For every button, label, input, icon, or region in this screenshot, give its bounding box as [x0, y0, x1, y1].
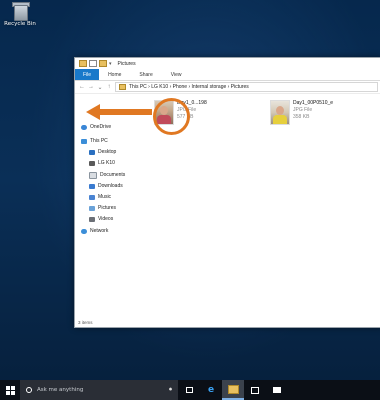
nav-item-documents[interactable]: Documents — [89, 170, 125, 181]
computer-icon — [81, 138, 87, 144]
nav-label: Music — [98, 194, 112, 201]
music-icon — [89, 194, 95, 200]
nav-item-network[interactable]: Network — [81, 226, 108, 237]
search-placeholder: Ask me anything — [37, 387, 84, 393]
nav-item-downloads[interactable]: Downloads — [89, 181, 123, 192]
title-bar: ▾ Pictures — [75, 58, 380, 69]
nav-item-onedrive[interactable]: OneDrive — [81, 122, 111, 133]
microphone-icon[interactable]: ⏺ — [169, 386, 172, 394]
tab-share[interactable]: Share — [130, 69, 161, 80]
highlight-circle-annotation — [153, 98, 190, 135]
edge-button[interactable]: e — [200, 380, 222, 400]
document-icon — [89, 171, 97, 179]
store-button[interactable] — [244, 380, 266, 400]
explorer-content: OneDrive This PC Desktop LG K10 Document… — [75, 92, 380, 317]
nav-label: Downloads — [98, 183, 123, 190]
cloud-icon — [81, 124, 87, 130]
recycle-bin-label: Recycle Bin — [4, 21, 36, 27]
task-view-button[interactable] — [178, 380, 200, 400]
file-type: JPG File — [293, 107, 313, 113]
forward-arrow-icon[interactable]: → — [88, 84, 94, 90]
nav-item-lg-k10[interactable]: LG K10 — [89, 158, 115, 169]
address-bar[interactable]: This PC › LG K10 › Phone › Internal stor… — [115, 82, 378, 92]
folder-icon — [227, 384, 239, 394]
search-box[interactable]: Ask me anything ⏺ — [20, 380, 178, 400]
file-explorer-taskbar-button[interactable] — [222, 380, 244, 400]
tab-file[interactable]: File — [75, 69, 100, 80]
properties-icon[interactable] — [89, 60, 97, 67]
mail-button[interactable] — [266, 380, 288, 400]
cortana-icon — [26, 387, 32, 393]
left-arrow-annotation — [86, 104, 152, 120]
recent-dropdown-icon[interactable]: ⌄ — [97, 84, 103, 91]
nav-label: Network — [90, 228, 109, 235]
edge-icon: e — [207, 385, 215, 395]
folder-icon — [79, 60, 87, 67]
nav-item-music[interactable]: Music — [89, 192, 111, 203]
file-explorer-window: ▾ Pictures File Home Share View ← → ⌄ ↑ … — [74, 57, 380, 328]
photo-thumbnail — [270, 100, 290, 125]
new-folder-icon[interactable] — [99, 60, 107, 67]
nav-label: Documents — [100, 172, 126, 179]
file-item[interactable]: Day1_00P0510_e JPG File 358 KB — [270, 100, 333, 125]
nav-item-this-pc[interactable]: This PC — [81, 136, 108, 147]
nav-label: Desktop — [98, 149, 117, 156]
video-icon — [89, 216, 95, 222]
status-bar: 3 items — [78, 320, 93, 325]
mail-icon — [273, 387, 281, 393]
pictures-icon — [89, 205, 95, 211]
store-bag-icon — [251, 386, 259, 394]
file-name: Day1_00P0510_e — [293, 100, 334, 106]
nav-label: OneDrive — [90, 124, 112, 131]
nav-item-desktop[interactable]: Desktop — [89, 147, 116, 158]
task-view-icon — [185, 387, 193, 393]
quick-access-dropdown-icon[interactable]: ▾ — [109, 61, 112, 67]
tab-view[interactable]: View — [162, 69, 191, 80]
desktop-icon — [89, 149, 95, 155]
phone-drive-icon — [89, 160, 95, 166]
folder-icon — [119, 84, 126, 90]
network-icon — [81, 228, 87, 234]
nav-label: Pictures — [98, 205, 117, 212]
start-button[interactable] — [0, 380, 20, 400]
navigation-pane: OneDrive This PC Desktop LG K10 Document… — [75, 92, 148, 317]
nav-label: This PC — [90, 138, 108, 145]
recycle-bin-desktop-icon[interactable]: Recycle Bin — [3, 2, 37, 27]
nav-item-pictures[interactable]: Pictures — [89, 203, 116, 214]
window-title: Pictures — [117, 60, 136, 67]
nav-item-videos[interactable]: Videos — [89, 214, 113, 225]
up-arrow-icon[interactable]: ↑ — [106, 84, 112, 90]
back-arrow-icon[interactable]: ← — [79, 84, 85, 90]
address-path: This PC › LG K10 › Phone › Internal stor… — [129, 84, 249, 90]
taskbar: Ask me anything ⏺ e — [0, 380, 380, 400]
tab-home[interactable]: Home — [99, 69, 130, 80]
windows-logo-icon — [5, 385, 15, 395]
download-icon — [89, 183, 95, 189]
nav-label: Videos — [98, 216, 114, 223]
ribbon-tabs: File Home Share View — [75, 69, 380, 81]
file-size: 358 KB — [293, 114, 310, 120]
nav-label: LG K10 — [98, 160, 115, 167]
recycle-bin-icon — [12, 2, 30, 21]
